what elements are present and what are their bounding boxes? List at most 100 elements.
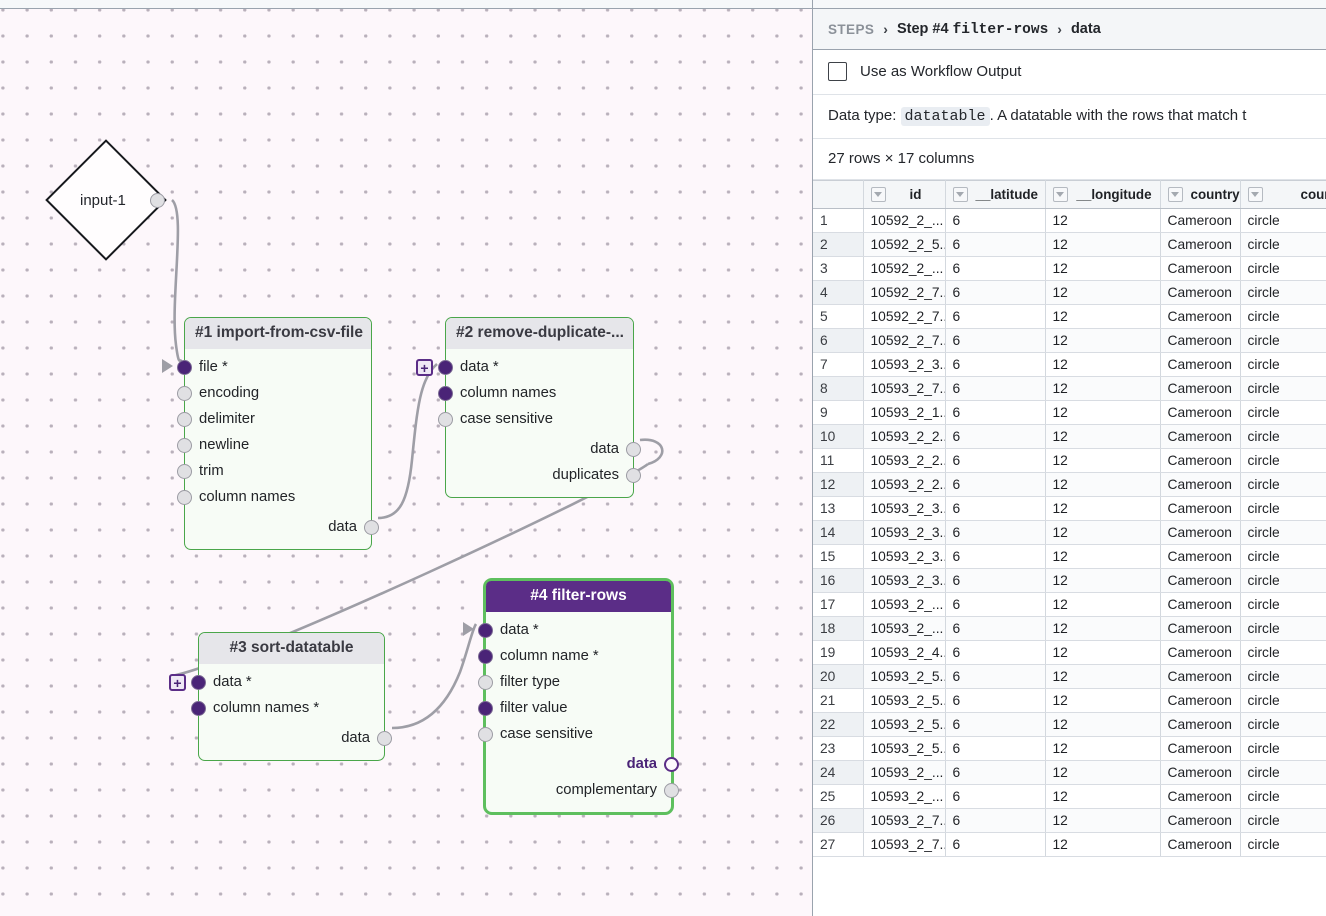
table-cell[interactable]: circle — [1240, 448, 1326, 473]
table-cell[interactable]: 10593_2_3... — [863, 544, 946, 569]
table-cell[interactable]: circle — [1240, 208, 1326, 233]
table-cell[interactable]: 6 — [945, 328, 1046, 353]
table-cell[interactable]: circle — [1240, 736, 1326, 761]
table-cell[interactable]: Cameroon — [1160, 640, 1241, 665]
table-cell[interactable]: circle — [1240, 424, 1326, 449]
port-row-trim[interactable]: trim — [177, 458, 371, 484]
table-cell[interactable]: circle — [1240, 376, 1326, 401]
table-cell[interactable]: 12 — [1045, 568, 1161, 593]
table-row[interactable]: 27 10593_2_7... 6 12 Cameroon circle — [813, 832, 1326, 857]
table-cell[interactable]: 6 — [945, 400, 1046, 425]
table-cell[interactable]: 10593_2_7... — [863, 832, 946, 857]
table-cell[interactable]: 12 — [1045, 712, 1161, 737]
table-cell[interactable]: circle — [1240, 784, 1326, 809]
table-cell[interactable]: 6 — [945, 784, 1046, 809]
table-row[interactable]: 23 10593_2_5... 6 12 Cameroon circle — [813, 736, 1326, 761]
port-row-out-duplicates[interactable]: duplicates — [446, 462, 641, 488]
table-cell[interactable]: 10592_2_... — [863, 256, 946, 281]
table-cell[interactable]: Cameroon — [1160, 832, 1241, 857]
table-cell[interactable]: Cameroon — [1160, 592, 1241, 617]
breadcrumb-root[interactable]: STEPS — [828, 22, 874, 37]
port-dot-data[interactable] — [191, 674, 206, 690]
port-dot-column-name[interactable] — [478, 648, 493, 664]
table-cell[interactable]: 6 — [945, 376, 1046, 401]
table-cell[interactable]: 6 — [945, 448, 1046, 473]
table-cell[interactable]: 10592_2_... — [863, 208, 946, 233]
port-dot-column-names[interactable] — [438, 385, 453, 401]
table-cell[interactable]: circle — [1240, 592, 1326, 617]
table-cell[interactable]: 12 — [1045, 760, 1161, 785]
table-cell[interactable]: 10592_2_5... — [863, 232, 946, 257]
port-row-file[interactable]: file * — [162, 354, 371, 380]
node-filter-rows[interactable]: #4 filter-rows data * column name * filt… — [463, 578, 679, 815]
table-row[interactable]: 10 10593_2_2... 6 12 Cameroon circle — [813, 424, 1326, 449]
table-cell[interactable]: circle — [1240, 544, 1326, 569]
table-row[interactable]: 4 10592_2_7... 6 12 Cameroon circle — [813, 280, 1326, 305]
table-cell[interactable]: circle — [1240, 712, 1326, 737]
table-cell[interactable]: 12 — [1045, 736, 1161, 761]
table-cell[interactable]: Cameroon — [1160, 208, 1241, 233]
table-cell[interactable]: circle — [1240, 256, 1326, 281]
table-cell[interactable]: circle — [1240, 280, 1326, 305]
table-row[interactable]: 1 10592_2_... 6 12 Cameroon circle — [813, 208, 1326, 233]
table-cell[interactable]: 6 — [945, 640, 1046, 665]
port-dot-trim[interactable] — [177, 463, 192, 479]
node-remove-duplicate-rows[interactable]: #2 remove-duplicate-... + data * column … — [416, 317, 641, 498]
table-cell[interactable]: 10593_2_5... — [863, 712, 946, 737]
table-cell[interactable]: 6 — [945, 712, 1046, 737]
breadcrumb-leaf[interactable]: data — [1071, 21, 1101, 37]
table-cell[interactable]: 10593_2_3... — [863, 496, 946, 521]
column-header-country[interactable]: country — [1160, 180, 1241, 209]
table-cell[interactable]: 10593_2_7... — [863, 808, 946, 833]
port-dot-delimiter[interactable] — [177, 411, 192, 427]
table-cell[interactable]: 12 — [1045, 208, 1161, 233]
node-import-from-csv-file[interactable]: #1 import-from-csv-file file * encoding … — [162, 317, 379, 550]
table-cell[interactable]: 6 — [945, 760, 1046, 785]
table-cell[interactable]: circle — [1240, 616, 1326, 641]
table-row[interactable]: 17 10593_2_... 6 12 Cameroon circle — [813, 592, 1326, 617]
workflow-output-row[interactable]: Use as Workflow Output — [813, 50, 1326, 95]
table-cell[interactable]: 6 — [945, 424, 1046, 449]
table-row[interactable]: 21 10593_2_5... 6 12 Cameroon circle — [813, 688, 1326, 713]
table-row[interactable]: 15 10593_2_3... 6 12 Cameroon circle — [813, 544, 1326, 569]
table-cell[interactable]: Cameroon — [1160, 544, 1241, 569]
port-dot-file[interactable] — [177, 359, 192, 375]
table-cell[interactable]: 10593_2_... — [863, 760, 946, 785]
port-dot-out-data[interactable] — [626, 441, 641, 457]
workflow-output-checkbox[interactable] — [828, 62, 847, 81]
table-cell[interactable]: 6 — [945, 808, 1046, 833]
table-row[interactable]: 9 10593_2_1... 6 12 Cameroon circle — [813, 400, 1326, 425]
table-row[interactable]: 12 10593_2_2... 6 12 Cameroon circle — [813, 472, 1326, 497]
table-row[interactable]: 2 10592_2_5... 6 12 Cameroon circle — [813, 232, 1326, 257]
table-cell[interactable]: circle — [1240, 688, 1326, 713]
port-row-out-data[interactable]: data — [486, 751, 679, 777]
column-header-country-2[interactable]: country__ — [1240, 180, 1326, 209]
table-cell[interactable]: Cameroon — [1160, 448, 1241, 473]
table-row[interactable]: 16 10593_2_3... 6 12 Cameroon circle — [813, 568, 1326, 593]
port-dot-out-data[interactable] — [664, 756, 679, 772]
port-row-data[interactable]: + data * — [169, 669, 384, 695]
table-cell[interactable]: Cameroon — [1160, 664, 1241, 689]
port-dot-encoding[interactable] — [177, 385, 192, 401]
table-cell[interactable]: 6 — [945, 472, 1046, 497]
table-cell[interactable]: 6 — [945, 208, 1046, 233]
port-dot-newline[interactable] — [177, 437, 192, 453]
table-cell[interactable]: 6 — [945, 592, 1046, 617]
table-cell[interactable]: Cameroon — [1160, 688, 1241, 713]
table-row[interactable]: 14 10593_2_3... 6 12 Cameroon circle — [813, 520, 1326, 545]
table-cell[interactable]: 10593_2_1... — [863, 400, 946, 425]
table-cell[interactable]: 10593_2_2... — [863, 448, 946, 473]
port-row-out-data[interactable]: data — [446, 436, 641, 462]
table-cell[interactable]: circle — [1240, 664, 1326, 689]
table-cell[interactable]: 12 — [1045, 256, 1161, 281]
port-dot-case-sensitive[interactable] — [438, 411, 453, 427]
table-cell[interactable]: 10593_2_2... — [863, 472, 946, 497]
table-cell[interactable]: circle — [1240, 232, 1326, 257]
table-row[interactable]: 6 10592_2_7... 6 12 Cameroon circle — [813, 328, 1326, 353]
table-cell[interactable]: 6 — [945, 688, 1046, 713]
table-cell[interactable]: Cameroon — [1160, 736, 1241, 761]
table-cell[interactable]: Cameroon — [1160, 784, 1241, 809]
table-cell[interactable]: 6 — [945, 232, 1046, 257]
table-cell[interactable]: circle — [1240, 496, 1326, 521]
table-cell[interactable]: 12 — [1045, 472, 1161, 497]
